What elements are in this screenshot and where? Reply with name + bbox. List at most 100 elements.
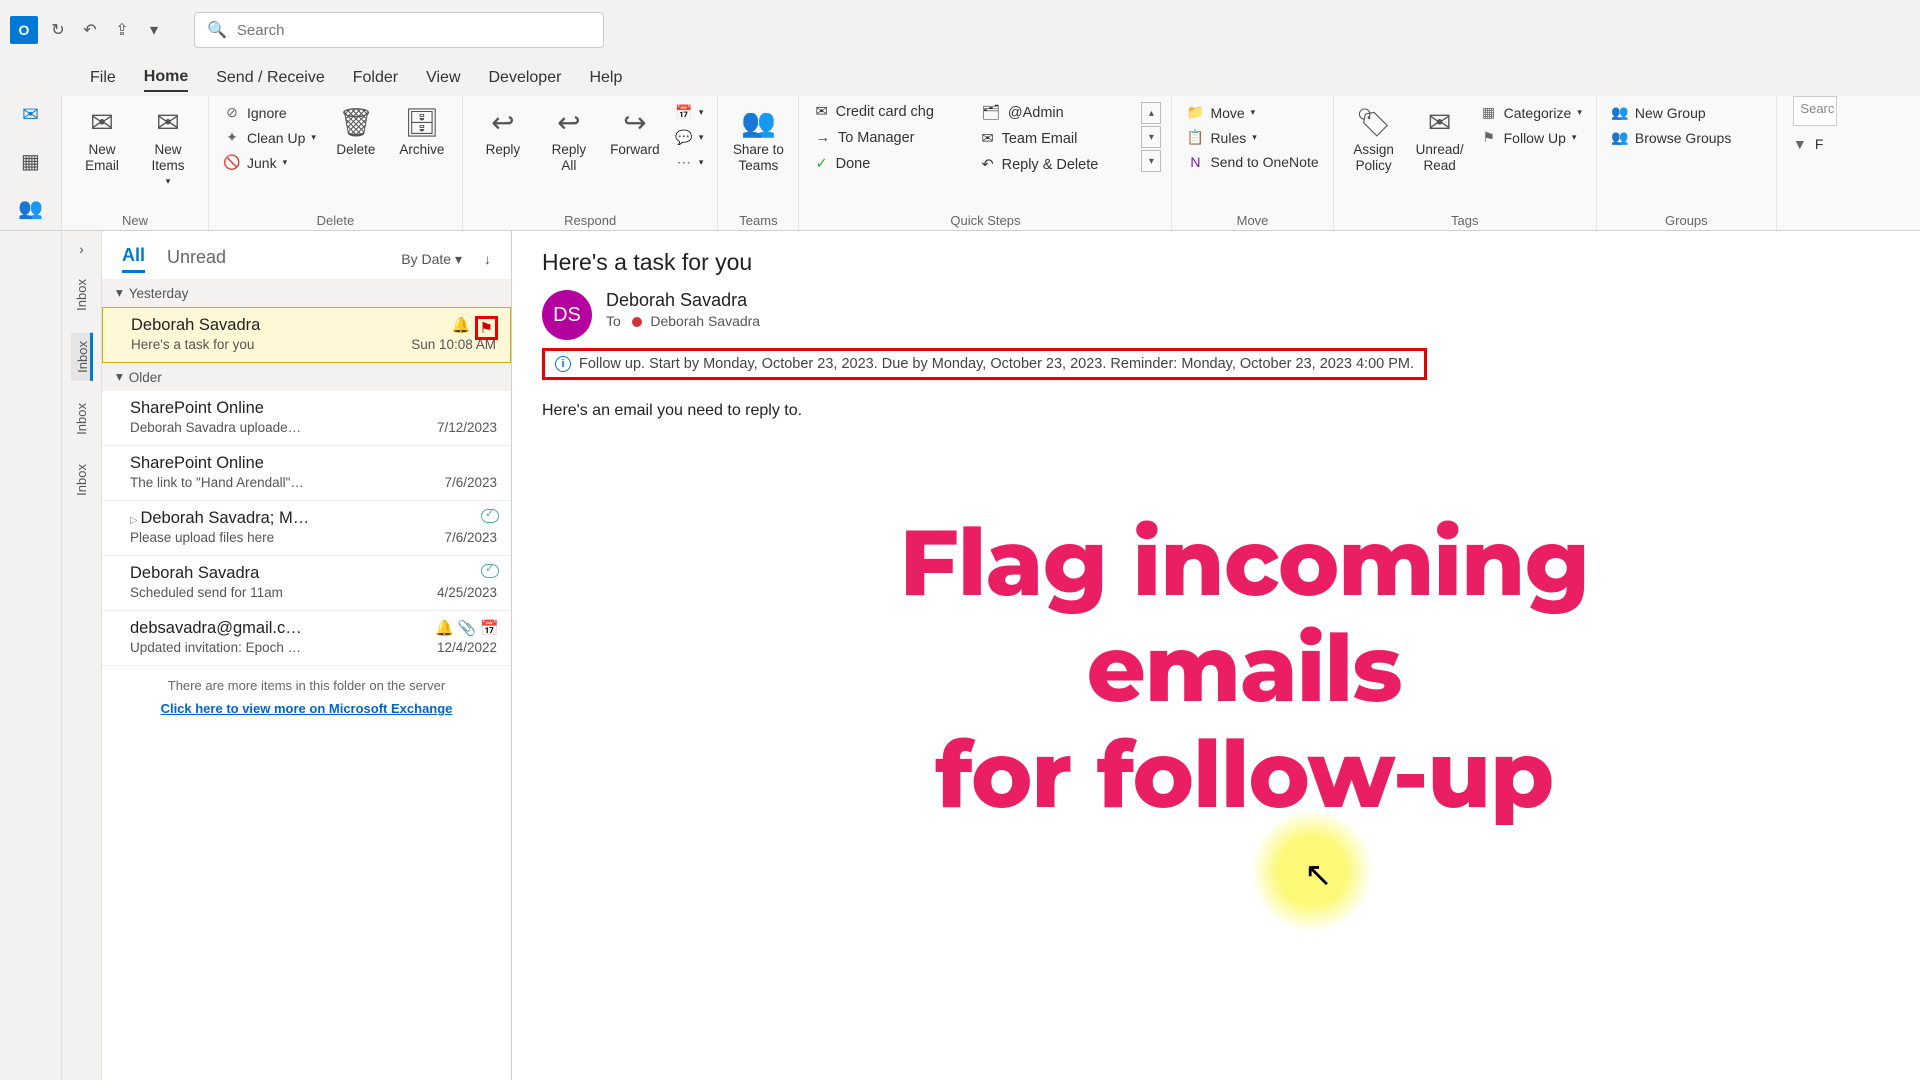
rules-icon: 📋 <box>1186 129 1204 146</box>
filter-icon: ▼ <box>1791 136 1809 152</box>
browse-groups-icon: 👥 <box>1611 129 1629 146</box>
categorize-icon: ▦ <box>1480 104 1498 121</box>
search-box[interactable]: 🔍 <box>194 12 604 48</box>
qs-down-button[interactable]: ▾ <box>1141 126 1161 148</box>
ribbon-group-tags: 🏷Assign Policy ✉Unread/ Read ▦Categorize… <box>1334 96 1597 230</box>
view-more-link[interactable]: Click here to view more on Microsoft Exc… <box>118 701 495 716</box>
share-teams-button[interactable]: 👥Share to Teams <box>728 102 788 178</box>
unread-read-button[interactable]: ✉Unread/ Read <box>1410 102 1470 178</box>
message-item[interactable]: 🔔 📎 📅 debsavadra@gmail.c… Updated invita… <box>102 611 511 666</box>
message-item[interactable]: SharePoint Online The link to "Hand Aren… <box>102 446 511 501</box>
qs-up-button[interactable]: ▴ <box>1141 102 1161 124</box>
reminder-bell-icon: 🔔 <box>435 619 454 637</box>
preview-text: Scheduled send for 11am <box>130 585 283 600</box>
tab-send-receive[interactable]: Send / Receive <box>216 65 325 91</box>
inbox-folder[interactable]: Inbox <box>74 456 89 504</box>
im-button[interactable]: 💬▾ <box>671 127 708 148</box>
quickstep-item[interactable]: →To Manager <box>809 128 969 148</box>
quickstep-item[interactable]: ✓Done <box>809 154 969 174</box>
list-header: All Unread By Date ▾ ↓ <box>102 231 511 279</box>
sender-name: Deborah Savadra <box>131 316 496 335</box>
check-icon: ✓ <box>815 156 827 172</box>
inbox-folder[interactable]: Inbox <box>74 395 89 443</box>
flag-icon: ⚑ <box>1480 129 1498 146</box>
message-item[interactable]: ▷ Deborah Savadra; M… Please upload file… <box>102 501 511 556</box>
assign-policy-button[interactable]: 🏷Assign Policy <box>1344 102 1404 178</box>
junk-button[interactable]: 🚫Junk▾ <box>219 152 320 173</box>
ribbon-group-quicksteps: ✉Credit card chg →To Manager ✓Done 🗂@Adm… <box>799 96 1172 230</box>
meeting-button[interactable]: 📅▾ <box>671 102 708 123</box>
chevron-down-icon: ▾ <box>116 369 123 385</box>
new-group-button[interactable]: 👥New Group <box>1607 102 1735 123</box>
message-item[interactable]: SharePoint Online Deborah Savadra upload… <box>102 391 511 446</box>
quickstep-item[interactable]: 🗂@Admin <box>975 102 1135 123</box>
people-icon[interactable]: 👥 <box>18 196 44 221</box>
onenote-button[interactable]: NSend to OneNote <box>1182 152 1322 172</box>
sender-row: DS Deborah Savadra To Deborah Savadra <box>542 290 1890 340</box>
group-label: Quick Steps <box>809 211 1161 228</box>
refresh-icon[interactable]: ↻ <box>46 18 70 42</box>
delete-button[interactable]: 🗑Delete <box>326 102 386 162</box>
archive-button[interactable]: 🗄Archive <box>392 102 452 162</box>
move-button[interactable]: 📁Move▾ <box>1182 102 1322 123</box>
preview-text: The link to "Hand Arendall"… <box>130 475 304 490</box>
team-email-icon: ✉ <box>981 131 993 147</box>
tab-folder[interactable]: Folder <box>353 65 398 91</box>
tab-help[interactable]: Help <box>589 65 622 91</box>
browse-groups-button[interactable]: 👥Browse Groups <box>1607 127 1735 148</box>
undo-icon[interactable]: ↶ <box>78 18 102 42</box>
tab-view[interactable]: View <box>426 65 460 91</box>
new-items-button[interactable]: ✉New Items▾ <box>138 102 198 191</box>
filter-unread[interactable]: Unread <box>167 247 226 272</box>
annotation-title: Flag incoming emails for follow-up <box>892 511 1596 828</box>
chevron-down-icon: ▾ <box>116 285 123 301</box>
customize-qat-icon[interactable]: ▾ <box>142 18 166 42</box>
group-header-yesterday[interactable]: ▾Yesterday <box>102 279 511 307</box>
qs-more-button[interactable]: ▾ <box>1141 150 1161 172</box>
expand-folder-pane-icon[interactable]: › <box>79 241 84 257</box>
presence-icon <box>632 317 642 327</box>
search-input[interactable] <box>237 22 591 39</box>
group-label: Groups <box>1607 211 1766 228</box>
tab-developer[interactable]: Developer <box>489 65 562 91</box>
onenote-icon: N <box>1186 154 1204 170</box>
sender-name: Deborah Savadra <box>130 564 497 583</box>
more-items-text: There are more items in this folder on t… <box>118 678 495 693</box>
reply-all-button[interactable]: ↩Reply All <box>539 102 599 178</box>
ignore-button[interactable]: ⊘Ignore <box>219 102 320 123</box>
inbox-folder-selected[interactable]: Inbox <box>71 333 93 381</box>
group-label: Teams <box>728 211 788 228</box>
filter-all[interactable]: All <box>122 245 145 273</box>
tab-home[interactable]: Home <box>144 64 188 92</box>
quickstep-item[interactable]: ↶Reply & Delete <box>975 155 1135 175</box>
cleanup-button[interactable]: ✦Clean Up▾ <box>219 127 320 148</box>
tab-file[interactable]: File <box>90 65 116 91</box>
group-header-older[interactable]: ▾Older <box>102 363 511 391</box>
flag-icon[interactable]: ⚑ <box>480 320 493 337</box>
calendar-icon[interactable]: ▦ <box>18 149 44 174</box>
reply-icon: ↩ <box>491 106 514 140</box>
broom-icon: ✦ <box>223 129 241 146</box>
send-all-icon[interactable]: ⇪ <box>110 18 134 42</box>
new-email-button[interactable]: ✉New Email <box>72 102 132 178</box>
quickstep-item[interactable]: ✉Team Email <box>975 129 1135 149</box>
preview-text: Here's a task for you <box>131 337 254 352</box>
message-list: All Unread By Date ▾ ↓ ▾Yesterday 🔔 ⚑ De… <box>102 231 512 1080</box>
sort-button[interactable]: By Date ▾ <box>401 251 462 268</box>
quickstep-item[interactable]: ✉Credit card chg <box>809 102 969 122</box>
message-body: Here's an email you need to reply to. <box>542 402 1890 420</box>
mail-icon[interactable]: ✉ <box>18 102 44 127</box>
reply-button[interactable]: ↩Reply <box>473 102 533 162</box>
forward-button[interactable]: ↪Forward <box>605 102 665 162</box>
message-item[interactable]: 🔔 ⚑ Deborah Savadra Here's a task for yo… <box>102 307 511 363</box>
more-respond-button[interactable]: ⋯▾ <box>671 152 708 173</box>
message-item[interactable]: Deborah Savadra Scheduled send for 11am4… <box>102 556 511 611</box>
avatar: DS <box>542 290 592 340</box>
rules-button[interactable]: 📋Rules▾ <box>1182 127 1322 148</box>
find-search-box[interactable]: Searc <box>1793 96 1837 126</box>
inbox-folder[interactable]: Inbox <box>74 271 89 319</box>
followup-button[interactable]: ⚑Follow Up▾ <box>1476 127 1586 148</box>
sort-direction-button[interactable]: ↓ <box>484 251 491 267</box>
categorize-button[interactable]: ▦Categorize▾ <box>1476 102 1586 123</box>
filter-button[interactable]: ▼F <box>1787 134 1828 154</box>
